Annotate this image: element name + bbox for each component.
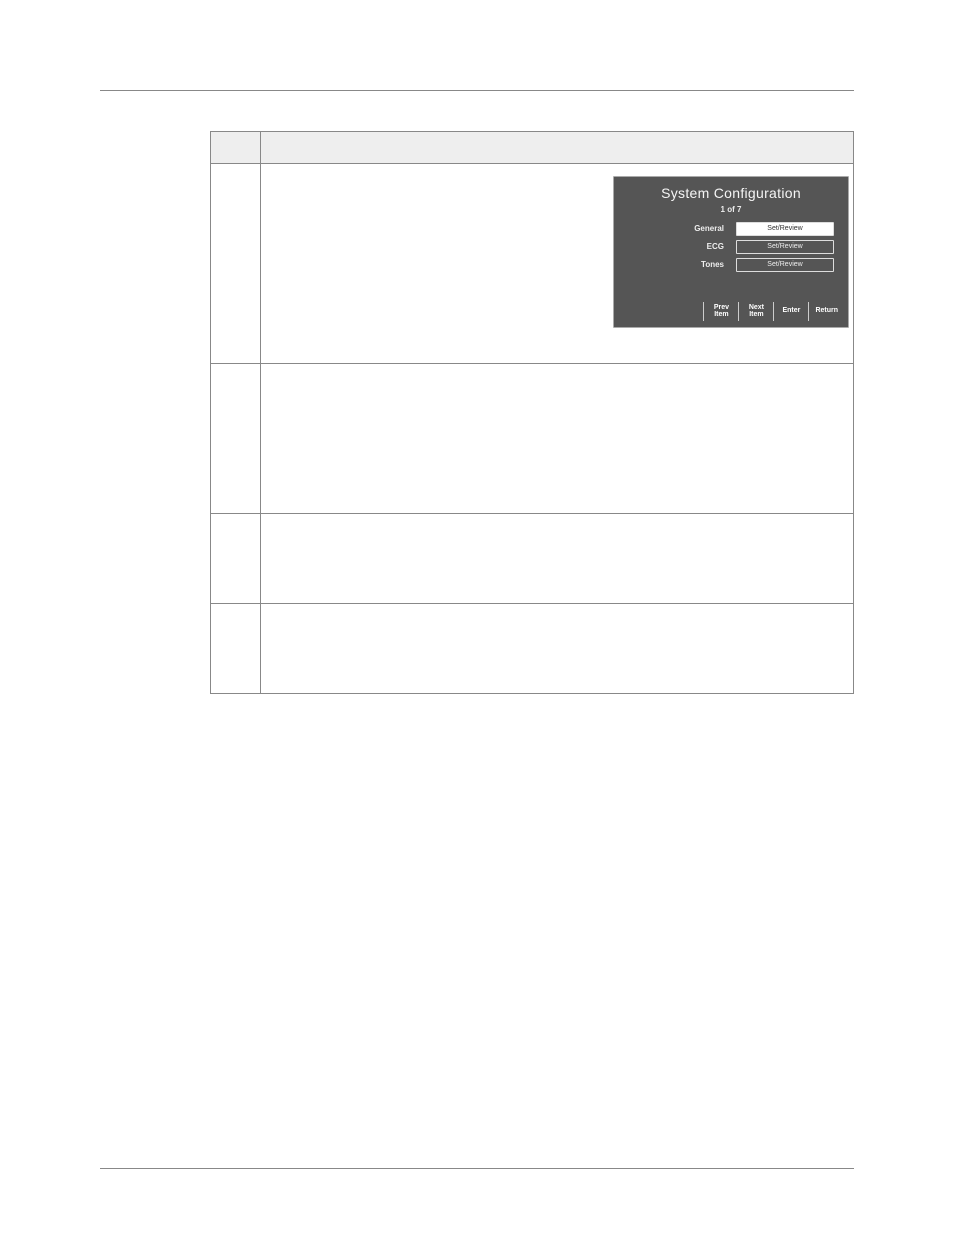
header-action <box>261 132 854 164</box>
table-row <box>211 604 854 694</box>
button-separator <box>703 302 704 321</box>
prev-item-label: PrevItem <box>710 304 732 319</box>
next-item-button[interactable]: NextItem <box>741 302 771 321</box>
button-separator <box>738 302 739 321</box>
steps-table: System Configuration 1 of 7 General Set/… <box>210 131 854 694</box>
footer-divider <box>100 1168 854 1169</box>
prev-item-button[interactable]: PrevItem <box>706 302 736 321</box>
step-cell <box>211 364 261 514</box>
field-label-ecg: ECG <box>628 240 726 254</box>
enter-label: Enter <box>780 307 802 315</box>
step-cell <box>211 604 261 694</box>
field-value-general[interactable]: Set/Review <box>736 222 834 236</box>
table-header-row <box>211 132 854 164</box>
button-separator <box>808 302 809 321</box>
return-label: Return <box>815 307 838 315</box>
field-label-tones: Tones <box>628 258 726 272</box>
action-cell <box>261 364 854 514</box>
header-divider <box>100 90 854 91</box>
field-value-ecg[interactable]: Set/Review <box>736 240 834 254</box>
table-row <box>211 364 854 514</box>
enter-button[interactable]: Enter <box>776 302 806 321</box>
panel-page-indicator: 1 of 7 <box>620 205 842 214</box>
action-cell <box>261 604 854 694</box>
panel-fields: General Set/Review ECG Set/Review Tones … <box>620 222 842 272</box>
return-button[interactable]: Return <box>811 302 842 321</box>
next-item-label: NextItem <box>745 304 767 319</box>
action-cell: System Configuration 1 of 7 General Set/… <box>261 164 854 364</box>
table-row: System Configuration 1 of 7 General Set/… <box>211 164 854 364</box>
config-panel-wrap: System Configuration 1 of 7 General Set/… <box>613 176 849 328</box>
panel-title: System Configuration <box>620 185 842 201</box>
panel-button-row: PrevItem NextItem Enter Return <box>620 302 842 321</box>
step-cell <box>211 514 261 604</box>
step-cell <box>211 164 261 364</box>
button-separator <box>773 302 774 321</box>
field-value-tones[interactable]: Set/Review <box>736 258 834 272</box>
action-cell <box>261 514 854 604</box>
field-label-general: General <box>628 222 726 236</box>
header-step <box>211 132 261 164</box>
main-content: System Configuration 1 of 7 General Set/… <box>100 131 854 694</box>
system-configuration-panel: System Configuration 1 of 7 General Set/… <box>613 176 849 328</box>
table-row <box>211 514 854 604</box>
